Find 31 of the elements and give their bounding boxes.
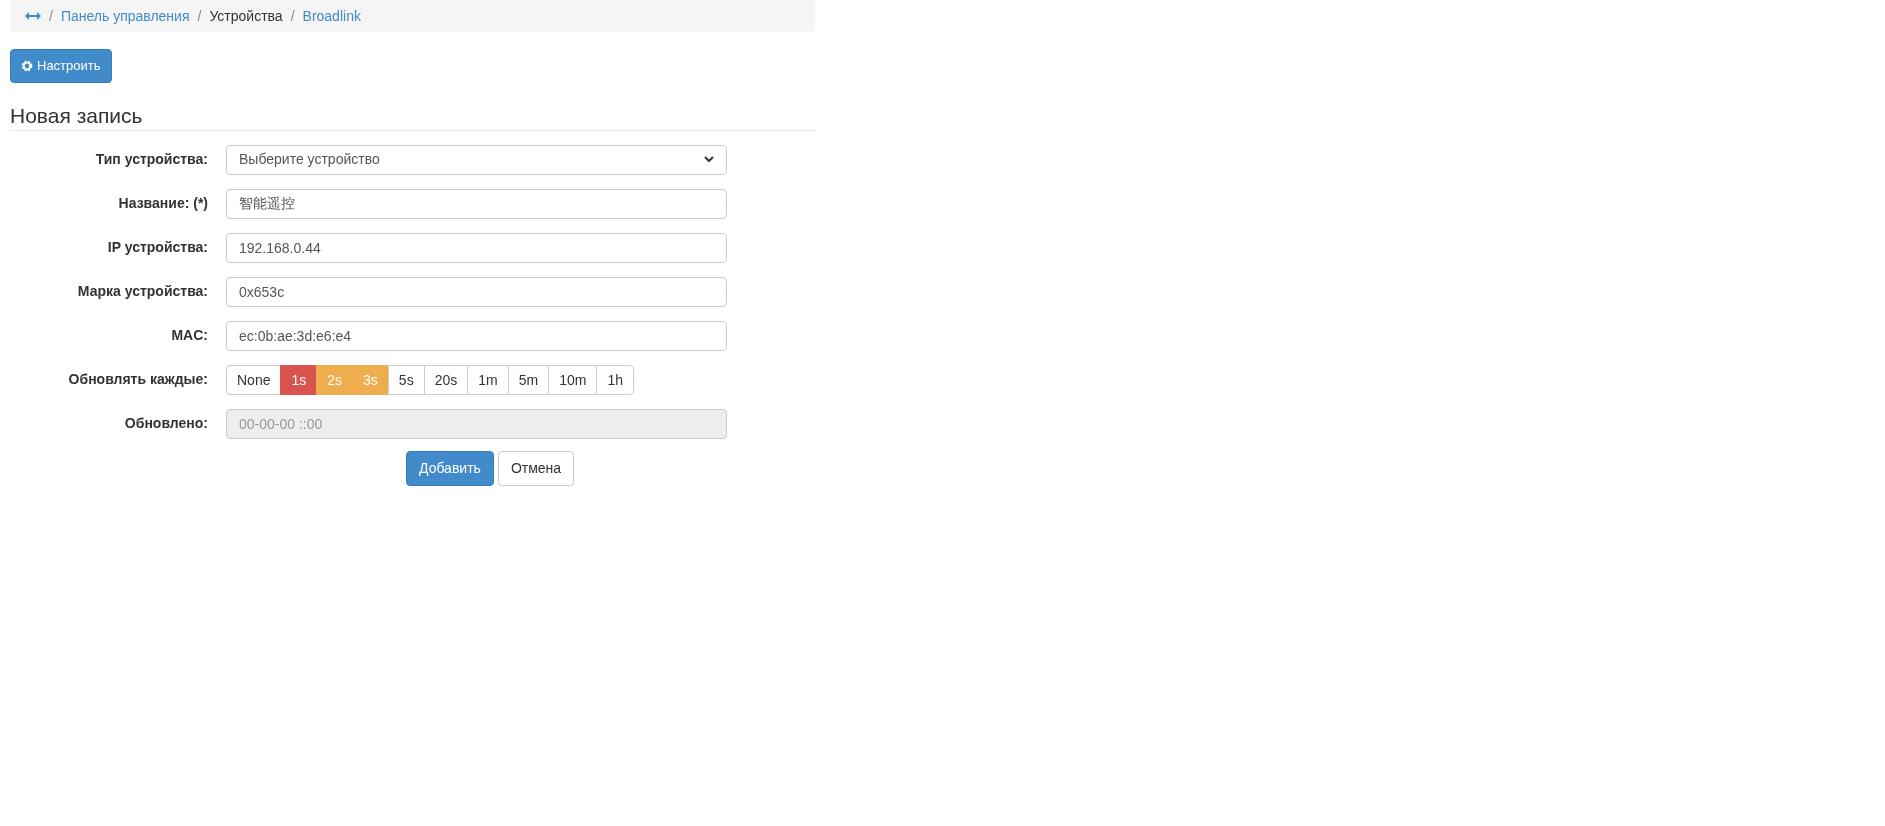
text-field[interactable]: 192.168.0.44: [226, 232, 727, 263]
interval-button[interactable]: 1s: [280, 364, 318, 395]
text-field[interactable]: 智能遥控: [226, 188, 727, 219]
field-label: MAC:: [170, 325, 209, 345]
arrows-icon[interactable]: [25, 11, 41, 21]
field-label: Марка устройства:: [76, 281, 209, 301]
text-field[interactable]: 0x653c: [226, 276, 727, 307]
interval-button[interactable]: None: [226, 364, 282, 395]
interval-button[interactable]: 1m: [467, 364, 509, 395]
breadcrumb-item: Устройства: [209, 6, 283, 26]
text-field[interactable]: ec:0b:ae:3d:e6:e4: [226, 320, 727, 351]
breadcrumb-separator: /: [290, 6, 295, 26]
breadcrumb-separator: /: [49, 6, 53, 26]
interval-button[interactable]: 1h: [596, 364, 634, 395]
interval-button[interactable]: 20s: [423, 364, 469, 395]
section-heading: Новая запись: [10, 102, 815, 131]
field-label: Обновлять каждые:: [67, 369, 209, 389]
interval-button[interactable]: 5m: [507, 364, 550, 395]
field-label: Обновлено:: [123, 413, 209, 433]
cancel-button[interactable]: Отмена: [497, 450, 575, 486]
add-button[interactable]: Добавить: [406, 450, 494, 486]
field-label: Тип устройства:: [94, 149, 209, 169]
interval-button[interactable]: 5s: [387, 364, 425, 395]
settings-button[interactable]: Настроить: [10, 49, 112, 83]
interval-button[interactable]: 10m: [548, 364, 598, 395]
gear-icon: [21, 59, 33, 72]
field-label: Название: (*): [117, 193, 209, 213]
breadcrumb-separator: /: [197, 6, 202, 26]
chevron-down-icon: [704, 156, 714, 164]
field-label: IP устройства:: [106, 237, 209, 257]
device-type-select[interactable]: Выберите устройство: [226, 144, 727, 175]
